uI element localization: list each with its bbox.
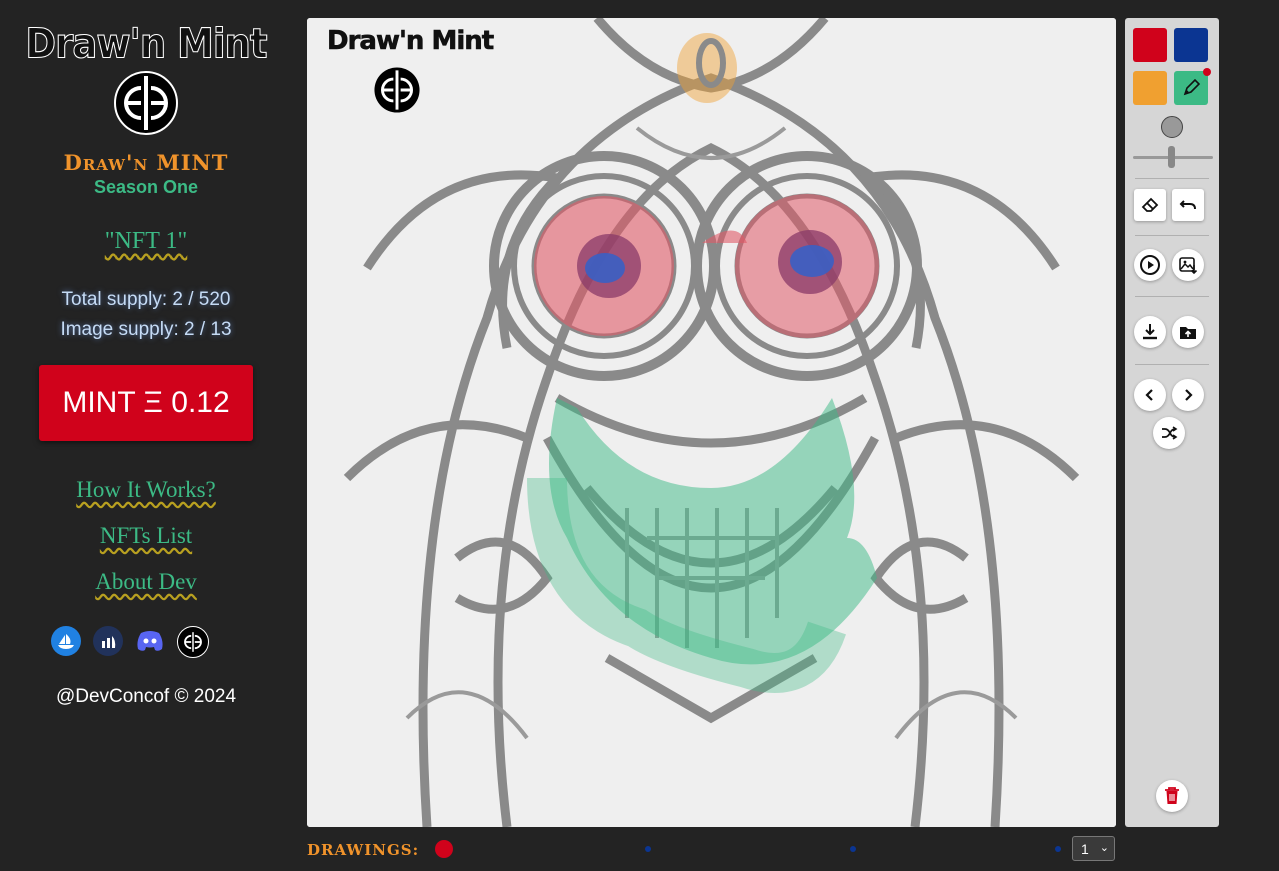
shuffle-button[interactable] bbox=[1153, 417, 1185, 449]
chevron-down-icon: ⌄ bbox=[1099, 842, 1109, 854]
play-button[interactable] bbox=[1134, 249, 1166, 281]
toolbar-divider bbox=[1135, 178, 1209, 179]
line-art-image bbox=[307, 18, 1116, 827]
page-select[interactable]: 1 ⌄ bbox=[1072, 836, 1115, 861]
eraser-icon bbox=[1141, 197, 1159, 212]
nav-nfts-list: NFTs List bbox=[0, 523, 292, 549]
nav-about-dev: About Dev bbox=[0, 569, 292, 595]
etherscan-icon[interactable] bbox=[93, 626, 123, 656]
folder-upload-icon bbox=[1180, 327, 1196, 339]
season-label: Season One bbox=[93, 177, 199, 197]
shuffle-icon bbox=[1162, 426, 1178, 440]
nav-how-it-works: How It Works? bbox=[0, 477, 292, 503]
color-swatch-orange[interactable] bbox=[1133, 71, 1167, 105]
drawing-canvas[interactable]: Draw'n Mint bbox=[307, 18, 1116, 827]
about-dev-link[interactable]: About Dev bbox=[95, 569, 197, 594]
chevron-right-icon bbox=[1185, 389, 1193, 401]
drawing-dot-2[interactable] bbox=[645, 846, 651, 852]
image-supply: Image supply: 2 / 13 bbox=[60, 319, 232, 340]
color-swatch-blue[interactable] bbox=[1174, 28, 1208, 62]
undo-icon bbox=[1179, 200, 1196, 210]
nft-name: "NFT 1" bbox=[0, 228, 292, 255]
undo-button[interactable] bbox=[1172, 189, 1204, 221]
play-icon bbox=[1140, 255, 1160, 275]
clear-canvas-button[interactable] bbox=[1156, 780, 1188, 812]
mint-button[interactable]: MINT Ξ 0.12 bbox=[39, 365, 253, 441]
toolbar-divider bbox=[1135, 235, 1209, 236]
nft-name-text: "NFT 1" bbox=[104, 228, 188, 254]
how-it-works-link[interactable]: How It Works? bbox=[76, 477, 216, 502]
color-swatch-red[interactable] bbox=[1133, 28, 1167, 62]
toolbar-divider bbox=[1135, 364, 1209, 365]
pen-tool-swatch[interactable] bbox=[1174, 71, 1208, 105]
opensea-icon[interactable] bbox=[51, 626, 81, 656]
eraser-button[interactable] bbox=[1134, 189, 1166, 221]
download-icon bbox=[1143, 324, 1157, 340]
pen-icon bbox=[1183, 78, 1201, 96]
drawing-dot-1[interactable] bbox=[435, 840, 453, 858]
toolbar-divider bbox=[1135, 296, 1209, 297]
brand-name: Draw'n MINT bbox=[63, 150, 229, 175]
previous-button[interactable] bbox=[1134, 379, 1166, 411]
folder-upload-button[interactable] bbox=[1172, 316, 1204, 348]
brush-size-preview bbox=[1161, 116, 1183, 138]
drawnmint-icon[interactable] bbox=[177, 626, 209, 658]
page-select-value: 1 bbox=[1081, 840, 1089, 857]
chevron-left-icon bbox=[1145, 389, 1153, 401]
brush-size-slider-thumb[interactable] bbox=[1168, 146, 1175, 168]
image-download-icon bbox=[1179, 257, 1198, 275]
canvas-logo-title: Draw'n Mint bbox=[327, 26, 495, 57]
trash-icon bbox=[1165, 787, 1179, 804]
active-tool-indicator bbox=[1203, 68, 1211, 76]
drawing-dot-4[interactable] bbox=[1055, 846, 1061, 852]
nfts-list-link[interactable]: NFTs List bbox=[100, 523, 192, 548]
logo-title: Draw'n Mint bbox=[25, 19, 268, 68]
download-button[interactable] bbox=[1134, 316, 1166, 348]
canvas-logo-mark-icon bbox=[374, 67, 420, 113]
discord-icon[interactable] bbox=[135, 626, 165, 656]
next-button[interactable] bbox=[1172, 379, 1204, 411]
logo-mark-icon bbox=[114, 71, 178, 135]
drawing-dot-3[interactable] bbox=[850, 846, 856, 852]
image-download-button[interactable] bbox=[1172, 249, 1204, 281]
sidebar: Draw'n Mint Draw'n MINT Season One "NFT … bbox=[0, 0, 292, 871]
drawings-label: DRAWINGS: bbox=[307, 841, 420, 859]
total-supply: Total supply: 2 / 520 bbox=[61, 289, 231, 310]
footer-copyright: @DevConcof © 2024 bbox=[55, 686, 237, 707]
